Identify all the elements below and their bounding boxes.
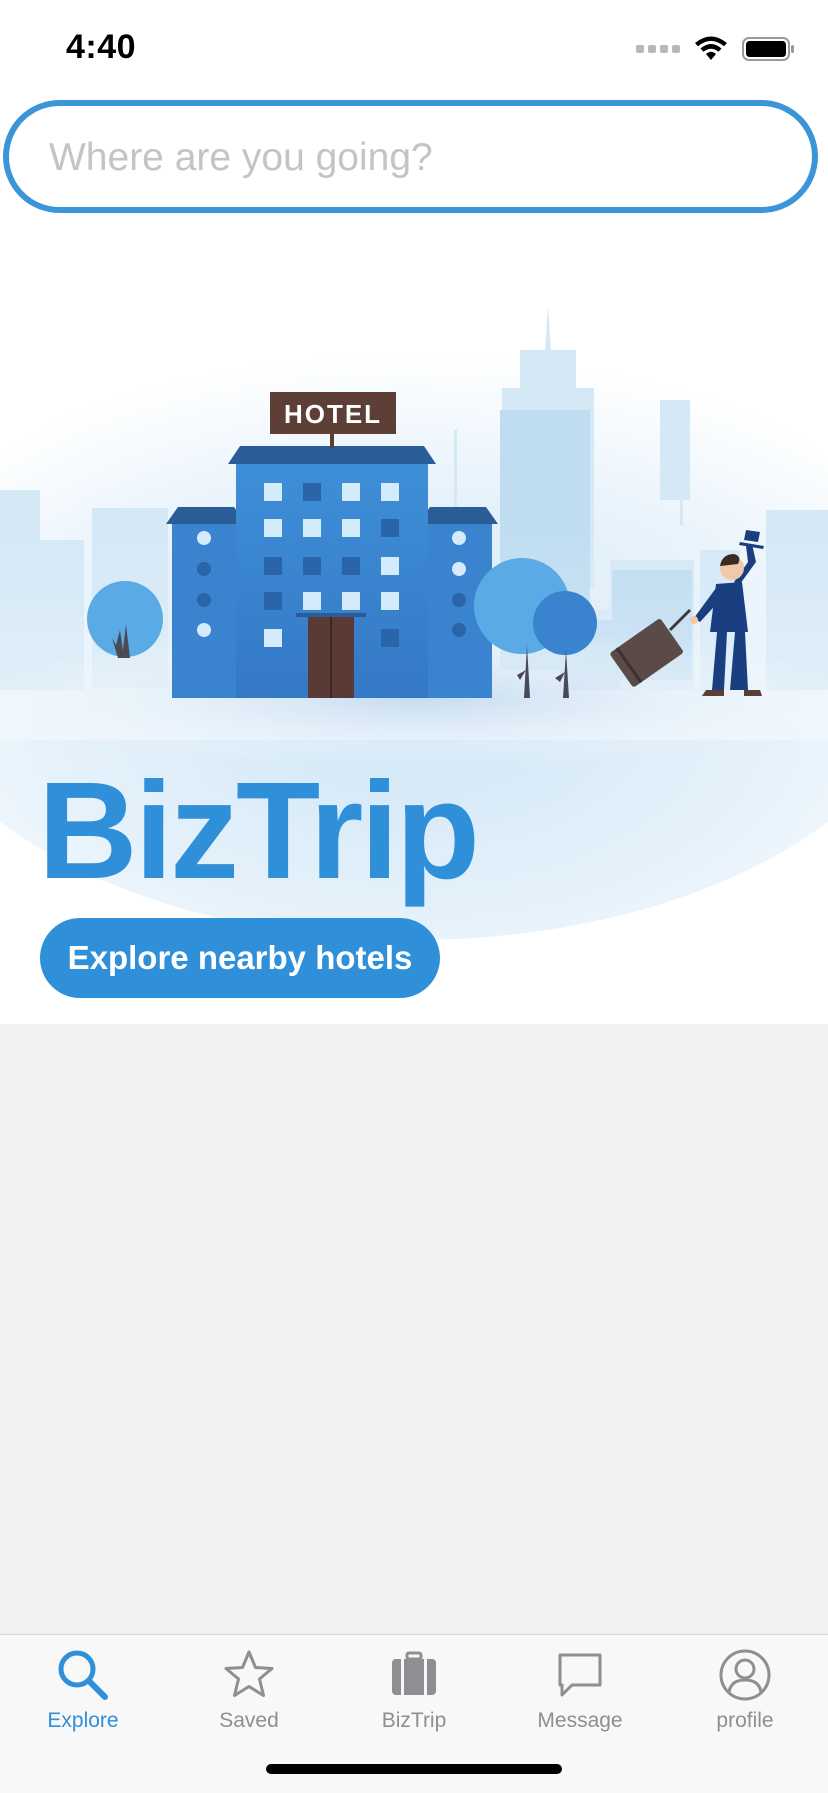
tab-biztrip[interactable]: BizTrip [331, 1647, 497, 1747]
battery-icon [742, 37, 794, 61]
cellular-signal-icon [636, 45, 680, 53]
star-icon [224, 1650, 274, 1697]
search-icon [58, 1650, 108, 1700]
content-area [0, 1024, 828, 1634]
home-indicator [266, 1764, 562, 1774]
message-icon [558, 1653, 602, 1697]
explore-nearby-hotels-button[interactable]: Explore nearby hotels [40, 918, 440, 998]
brand-title: BizTrip [38, 754, 480, 908]
tab-explore[interactable]: Explore [0, 1647, 166, 1747]
tab-label: Message [537, 1709, 623, 1732]
profile-icon [719, 1649, 771, 1701]
tab-label: profile [716, 1709, 774, 1732]
tab-label: Explore [47, 1709, 119, 1732]
wifi-icon [695, 36, 727, 60]
status-bar: 4:40 [0, 0, 828, 96]
search-bar[interactable] [3, 100, 818, 213]
suitcase-icon [392, 1651, 436, 1695]
tab-label: Saved [219, 1709, 279, 1732]
hotel-sign: HOTEL [284, 399, 382, 429]
status-time: 4:40 [66, 28, 137, 66]
hero-banner: HOTEL BizTrip Explore nearby hotels [0, 220, 828, 1024]
tab-profile[interactable]: profile [662, 1647, 828, 1747]
search-input[interactable] [47, 126, 771, 190]
tab-label: BizTrip [381, 1709, 447, 1732]
tab-saved[interactable]: Saved [166, 1647, 332, 1747]
tab-message[interactable]: Message [497, 1647, 663, 1747]
status-icons [636, 36, 796, 62]
